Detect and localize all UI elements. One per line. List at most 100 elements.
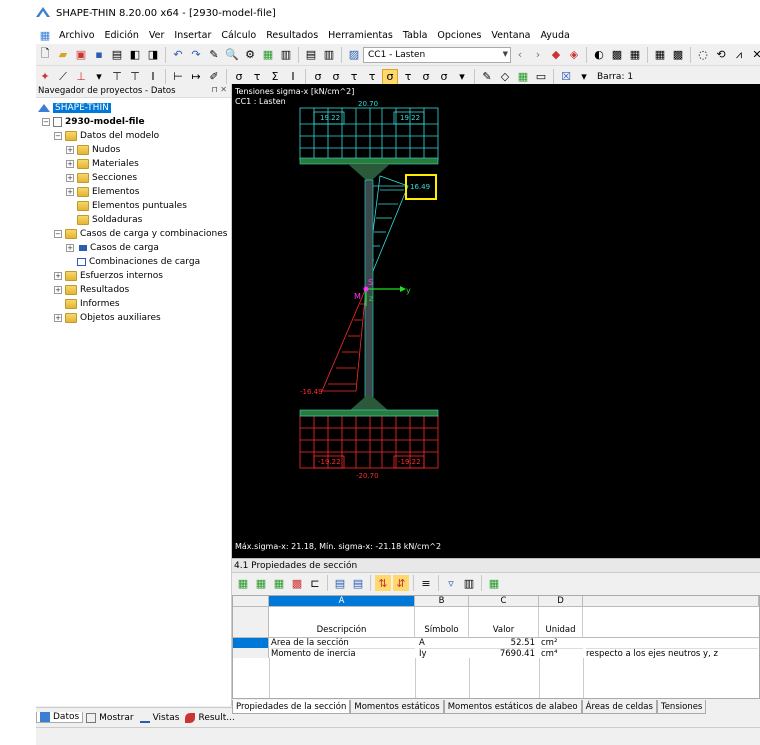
tree-root[interactable]: SHAPE-THIN — [38, 101, 111, 115]
tab-vistas[interactable]: Vistas — [137, 713, 183, 723]
expand-icon[interactable]: + — [54, 286, 62, 294]
close-x-icon[interactable]: ☒ — [558, 69, 574, 85]
dimension-icon[interactable]: ⊢ — [170, 69, 186, 85]
print-icon[interactable]: ▤ — [109, 47, 125, 63]
menu-insertar[interactable]: Insertar — [169, 30, 216, 41]
member-select[interactable]: Barra: 1 — [593, 69, 655, 85]
excel-icon[interactable]: ▦ — [486, 575, 502, 591]
col-header-b[interactable]: B — [415, 596, 469, 607]
sigma-m-icon[interactable]: σ — [328, 69, 344, 85]
edit-icon[interactable]: ✎ — [206, 47, 222, 63]
stress-sigma-icon[interactable]: σ — [231, 69, 247, 85]
tree-informes[interactable]: Informes — [65, 297, 120, 311]
menu-calculo[interactable]: Cálculo — [216, 30, 261, 41]
table-row[interactable]: Momento de inercia — [271, 648, 415, 658]
expand-icon[interactable]: + — [54, 314, 62, 322]
cell-value[interactable]: 52.51 — [469, 638, 535, 648]
cell-note[interactable] — [586, 638, 758, 648]
table-icon[interactable]: ▥ — [278, 47, 294, 63]
stress-i-icon[interactable]: I — [285, 69, 301, 85]
cell-symbol[interactable]: Iy — [419, 648, 469, 658]
col-header-c[interactable]: C — [469, 596, 539, 607]
render-icon[interactable]: ▩ — [609, 47, 625, 63]
table-add-icon[interactable]: ▦ — [253, 575, 269, 591]
stress-x-icon[interactable]: Σ — [267, 69, 283, 85]
new-file-icon[interactable]: 🗋 — [37, 47, 53, 63]
expand-icon[interactable]: + — [54, 272, 62, 280]
frame-icon[interactable]: ▭ — [533, 69, 549, 85]
pencil-icon[interactable]: ✎ — [479, 69, 495, 85]
tab-momentos-alabeo[interactable]: Momentos estáticos de alabeo — [443, 700, 582, 714]
table-view-icon[interactable]: ▤ — [303, 47, 319, 63]
grid-icon[interactable]: ▦ — [652, 47, 668, 63]
tree-casos-carga[interactable]: + Casos de carga — [66, 241, 159, 255]
row-selector[interactable] — [233, 638, 269, 648]
menu-ver[interactable]: Ver — [144, 30, 170, 41]
open-folder-icon[interactable]: ▰ — [55, 47, 71, 63]
sigma-x-active-icon[interactable]: σ — [382, 68, 398, 85]
weld-icon[interactable]: ⊤ — [127, 69, 143, 85]
member-dropdown-icon[interactable]: ▾ — [576, 69, 592, 85]
section-icon[interactable]: I — [145, 69, 161, 85]
collapse-icon[interactable]: − — [54, 230, 62, 238]
tau-w-icon[interactable]: τ — [364, 69, 380, 85]
measure-icon[interactable]: ↦ — [188, 69, 204, 85]
pin-close-icons[interactable]: ⊓ ✕ — [212, 85, 228, 94]
calc-icon[interactable]: ▦ — [260, 47, 276, 63]
tree-soldaduras[interactable]: Soldaduras — [77, 213, 142, 227]
col-header-a[interactable]: A — [269, 596, 415, 607]
next-loadcase-icon[interactable]: › — [530, 47, 546, 63]
menu-ventana[interactable]: Ventana — [486, 30, 535, 41]
delete-icon[interactable]: ✕ — [749, 47, 760, 63]
tree-elementos[interactable]: + Elementos — [66, 185, 139, 199]
print-preview-icon[interactable]: ◧ — [127, 47, 143, 63]
element-dropdown-icon[interactable]: ▾ — [91, 69, 107, 85]
save-icon[interactable]: ▪ — [91, 47, 107, 63]
doc-icon[interactable]: ▦ — [37, 27, 53, 43]
export-icon[interactable]: ◨ — [145, 47, 161, 63]
collapse-icon[interactable]: − — [42, 118, 50, 126]
table-split-icon[interactable]: ▥ — [321, 47, 337, 63]
col-header-d[interactable]: D — [539, 596, 583, 607]
table-row[interactable]: Área de la sección — [271, 638, 415, 648]
sigma-n-icon[interactable]: σ — [310, 69, 326, 85]
loadcase-icon[interactable]: ▨ — [346, 47, 362, 63]
values-icon[interactable]: ▦ — [515, 69, 531, 85]
tab-areas-celdas[interactable]: Áreas de celdas — [581, 700, 657, 714]
tree-resultados[interactable]: + Resultados — [54, 283, 129, 297]
tree-casos[interactable]: − Casos de carga y combinaciones — [54, 227, 227, 241]
cell-unit[interactable]: cm² — [541, 638, 583, 648]
tab-tensiones[interactable]: Tensiones — [656, 700, 707, 714]
menu-opciones[interactable]: Opciones — [432, 30, 486, 41]
point-element-icon[interactable]: ⊤ — [109, 69, 125, 85]
rotate-icon[interactable]: ⟲ — [713, 47, 729, 63]
tab-mostrar[interactable]: Mostrar — [83, 712, 136, 723]
cell-unit[interactable]: cm⁴ — [541, 648, 583, 658]
row-selector[interactable] — [233, 648, 269, 658]
view-icon[interactable]: ◐ — [591, 47, 607, 63]
results-icon[interactable]: ◆ — [548, 47, 564, 63]
expand-icon[interactable]: + — [66, 174, 74, 182]
table-icon[interactable]: ▦ — [235, 575, 251, 591]
snap-icon[interactable]: ◌ — [695, 47, 711, 63]
tau-t-icon[interactable]: τ — [346, 69, 362, 85]
tree-secciones[interactable]: + Secciones — [66, 171, 137, 185]
undo-icon[interactable]: ↶ — [170, 47, 186, 63]
expand-icon[interactable]: + — [66, 188, 74, 196]
sigma-v-icon[interactable]: σ — [418, 69, 434, 85]
menu-edicion[interactable]: Edición — [100, 30, 144, 41]
mirror-icon[interactable]: ⩘ — [731, 47, 747, 63]
redo-icon[interactable]: ↷ — [188, 47, 204, 63]
bracket-icon[interactable]: ⊏ — [307, 575, 323, 591]
tree-materiales[interactable]: + Materiales — [66, 157, 139, 171]
menu-ayuda[interactable]: Ayuda — [535, 30, 574, 41]
tau-icon[interactable]: τ — [400, 69, 416, 85]
tab-resultados[interactable]: Result... — [182, 712, 237, 723]
tab-datos[interactable]: Datos — [36, 712, 84, 723]
line-icon[interactable]: ⟋ — [55, 69, 71, 85]
tree-objetos[interactable]: + Objetos auxiliares — [54, 311, 161, 325]
list-icon[interactable]: ≡ — [418, 575, 434, 591]
sort-icon[interactable]: ⇅ — [375, 575, 391, 591]
tree-nudos[interactable]: + Nudos — [66, 143, 120, 157]
zoom-icon[interactable]: 🔍 — [224, 47, 240, 63]
